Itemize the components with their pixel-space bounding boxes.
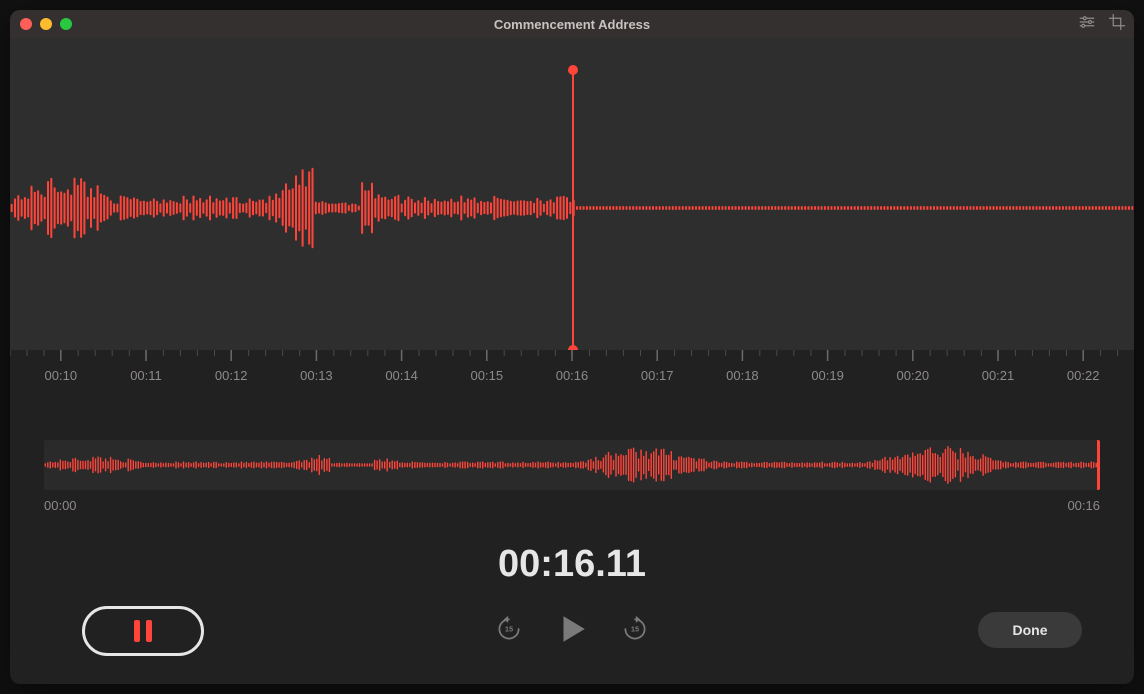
window-title: Commencement Address <box>10 17 1134 32</box>
minimize-window-button[interactable] <box>40 18 52 30</box>
pause-icon <box>134 620 152 642</box>
close-window-button[interactable] <box>20 18 32 30</box>
svg-text:00:15: 00:15 <box>471 368 504 383</box>
title-bar: Commencement Address <box>10 10 1134 38</box>
playback-controls: 15 15 <box>495 612 649 651</box>
overview-end-marker[interactable] <box>1097 440 1100 490</box>
pause-recording-button[interactable] <box>82 606 204 656</box>
fullscreen-window-button[interactable] <box>60 18 72 30</box>
done-button[interactable]: Done <box>978 612 1082 648</box>
current-time-display: 00:16.11 <box>10 543 1134 586</box>
waveform-overview[interactable] <box>44 440 1100 490</box>
svg-text:00:17: 00:17 <box>641 368 674 383</box>
skip-back-15-icon[interactable]: 15 <box>495 615 523 648</box>
waveform-detail-view[interactable] <box>10 38 1134 350</box>
svg-text:15: 15 <box>505 625 513 634</box>
overview-section: 00:00 00:16 <box>44 440 1100 513</box>
transport-controls: 15 15 Done <box>10 604 1134 662</box>
traffic-lights <box>20 18 72 30</box>
svg-text:00:10: 00:10 <box>45 368 78 383</box>
svg-text:15: 15 <box>631 625 639 634</box>
play-icon[interactable] <box>555 612 589 651</box>
overview-start-time: 00:00 <box>44 498 77 513</box>
svg-text:00:16: 00:16 <box>556 368 589 383</box>
skip-forward-15-icon[interactable]: 15 <box>621 615 649 648</box>
timeline-ruler[interactable]: 00:10 00:11 00:12 00:13 00:14 00:15 00:16 00:17… <box>10 350 1134 394</box>
svg-text:00:19: 00:19 <box>811 368 844 383</box>
svg-text:00:22: 00:22 <box>1067 368 1100 383</box>
svg-text:00:20: 00:20 <box>897 368 930 383</box>
svg-text:00:11: 00:11 <box>130 368 162 383</box>
sliders-icon[interactable] <box>1078 13 1096 36</box>
svg-text:00:12: 00:12 <box>215 368 248 383</box>
svg-text:00:21: 00:21 <box>982 368 1015 383</box>
svg-text:00:13: 00:13 <box>300 368 333 383</box>
overview-end-time: 00:16 <box>1067 498 1100 513</box>
title-bar-tools <box>1078 13 1126 36</box>
voice-memos-window: Commencement Address <box>10 10 1134 684</box>
crop-icon[interactable] <box>1108 13 1126 36</box>
svg-text:00:18: 00:18 <box>726 368 759 383</box>
done-button-label: Done <box>1013 622 1048 638</box>
svg-text:00:14: 00:14 <box>385 368 418 383</box>
playhead[interactable] <box>572 70 574 350</box>
